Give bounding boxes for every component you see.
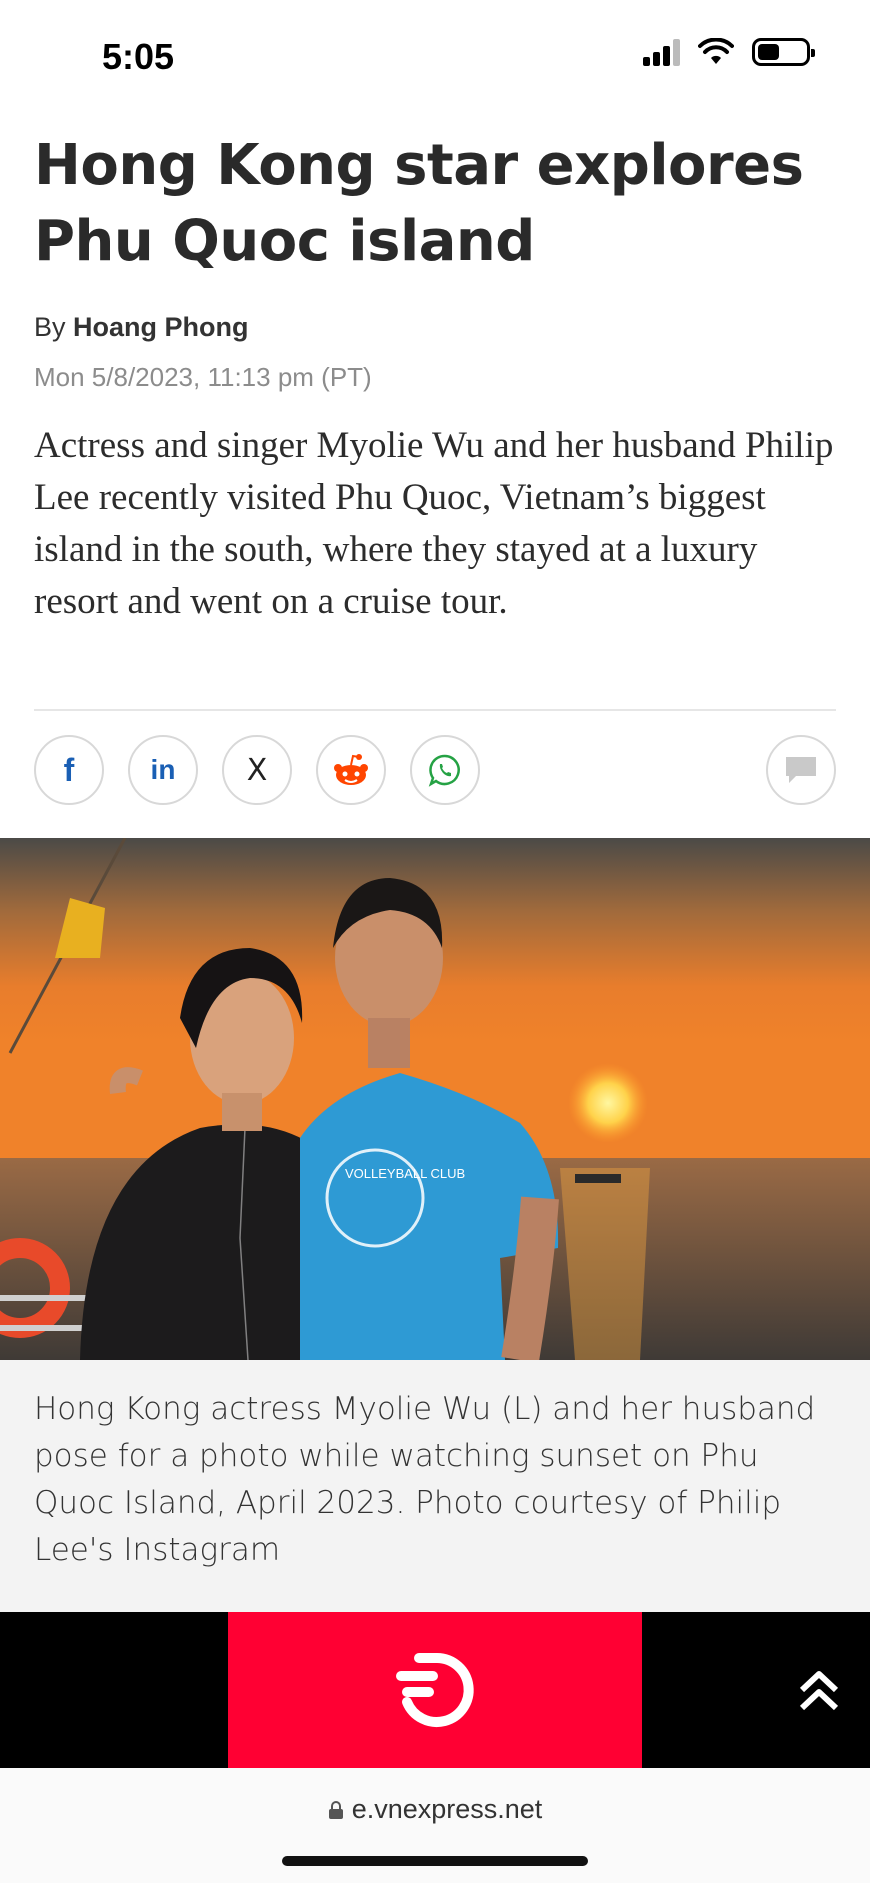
linkedin-icon: in xyxy=(150,754,176,785)
share-linkedin-button[interactable]: in xyxy=(128,735,198,805)
status-icons xyxy=(643,38,815,66)
divider xyxy=(34,709,836,711)
publish-date: Mon 5/8/2023, 11:13 pm (PT) xyxy=(34,362,372,392)
browser-url-bar[interactable]: e.vnexpress.net xyxy=(0,1768,870,1883)
signal-bars-icon xyxy=(643,38,680,66)
ad-red-panel[interactable] xyxy=(228,1612,642,1768)
double-chevron-up-icon[interactable] xyxy=(796,1668,842,1714)
byline-prefix: By xyxy=(34,312,66,342)
url-display[interactable]: e.vnexpress.net xyxy=(0,1794,870,1825)
share-row: f in X xyxy=(34,735,836,805)
article-headline: Hong Kong star explores Phu Quoc island xyxy=(34,133,804,274)
photo-caption: Hong Kong actress Myolie Wu (L) and her … xyxy=(34,1391,816,1568)
article-lead: Actress and singer Myolie Wu and her hus… xyxy=(34,425,834,622)
author-link[interactable]: Hoang Phong xyxy=(73,312,248,342)
facebook-icon: f xyxy=(63,751,75,788)
reddit-icon xyxy=(334,754,368,785)
x-icon: X xyxy=(246,752,268,788)
status-bar: 5:05 xyxy=(0,0,870,110)
home-indicator[interactable] xyxy=(282,1856,588,1866)
url-text: e.vnexpress.net xyxy=(351,1794,543,1824)
lock-icon xyxy=(328,1801,343,1819)
comment-button[interactable] xyxy=(766,735,836,805)
comment-icon xyxy=(786,757,816,783)
battery-icon xyxy=(752,38,815,66)
shirt-print: VOLLEYBALL CLUB xyxy=(345,1166,465,1181)
brand-logo-icon xyxy=(396,1653,474,1727)
share-x-button[interactable]: X xyxy=(222,735,292,805)
share-reddit-button[interactable] xyxy=(316,735,386,805)
article-photo: VOLLEYBALL CLUB xyxy=(0,838,870,1360)
ad-banner[interactable] xyxy=(0,1612,870,1768)
wifi-icon xyxy=(698,38,734,64)
caption-box: Hong Kong actress Myolie Wu (L) and her … xyxy=(0,1360,870,1612)
status-time: 5:05 xyxy=(102,36,175,77)
whatsapp-icon xyxy=(428,754,460,787)
share-facebook-button[interactable]: f xyxy=(34,735,104,805)
byline: By Hoang Phong xyxy=(34,312,249,343)
share-whatsapp-button[interactable] xyxy=(410,735,480,805)
